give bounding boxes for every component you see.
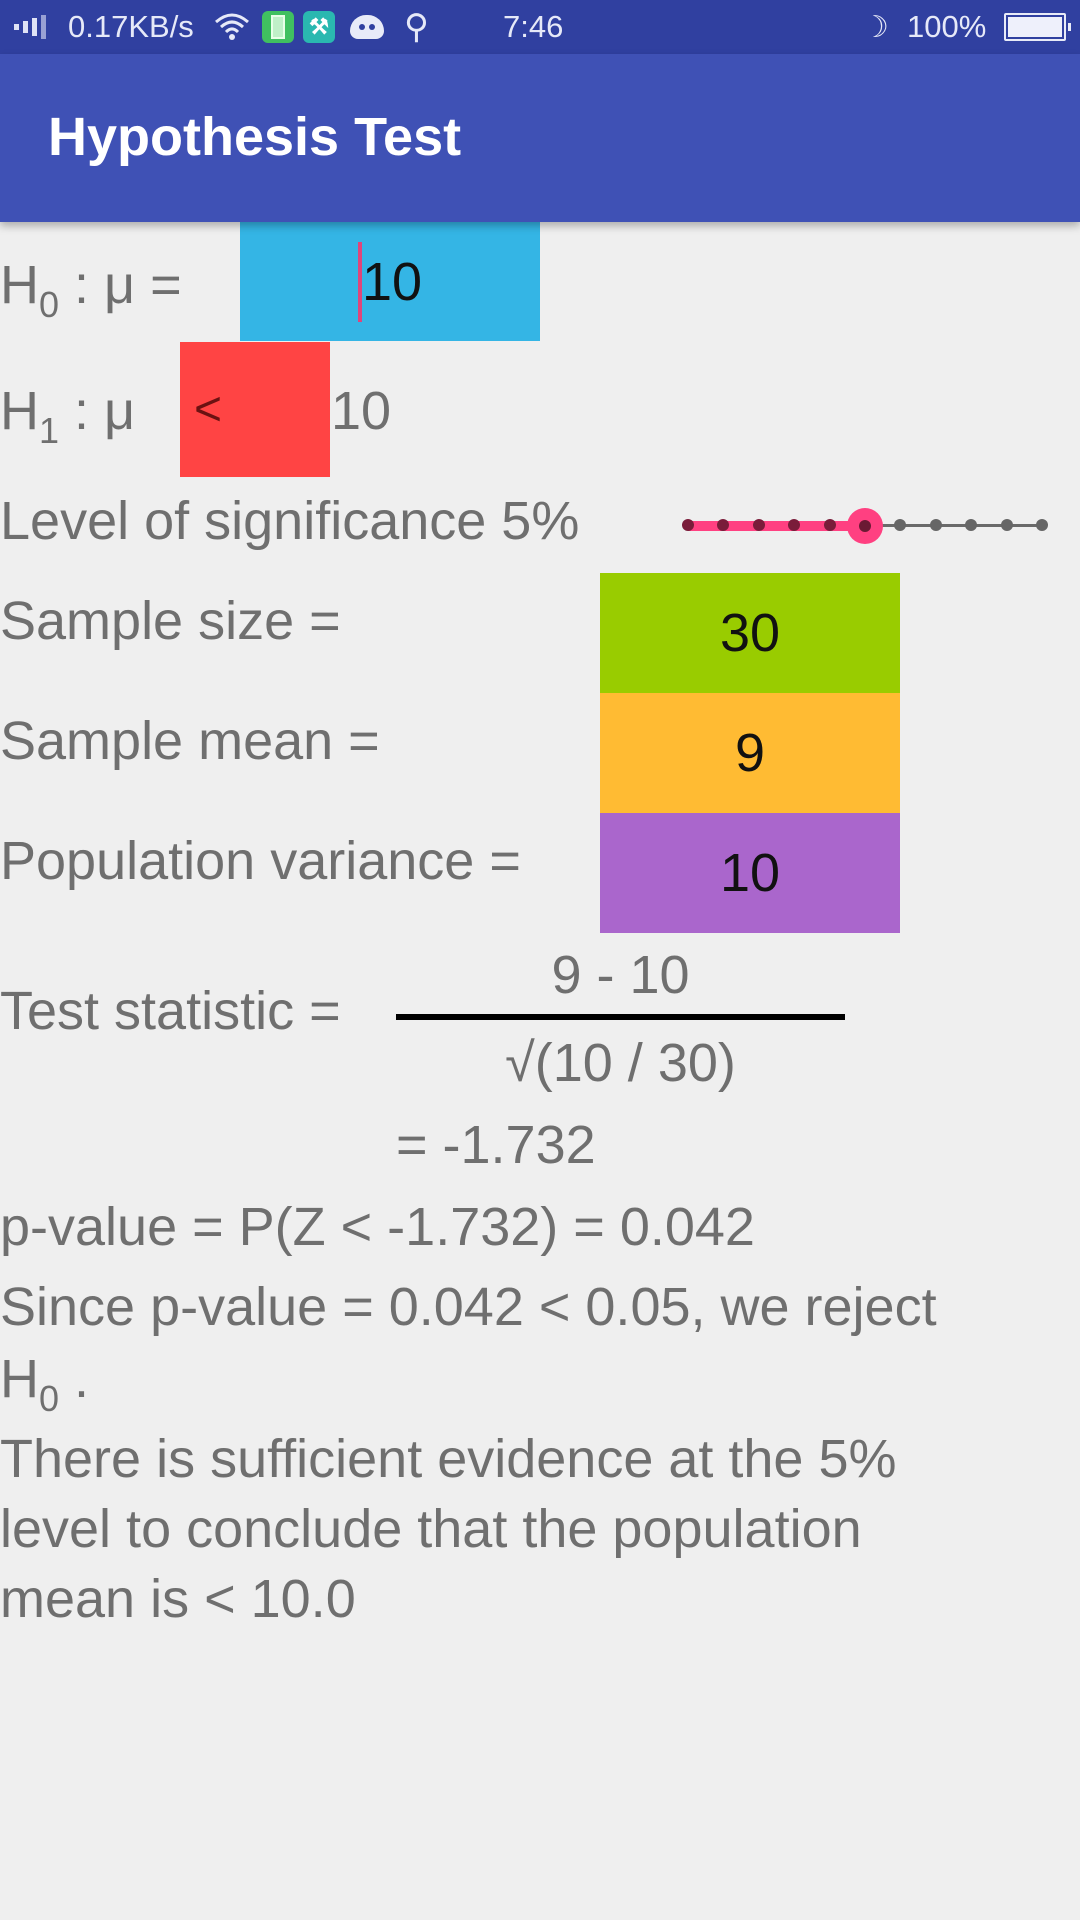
slider-tick bbox=[752, 519, 765, 531]
slider-tick bbox=[1000, 519, 1013, 531]
decision-h0: H0 . bbox=[0, 1349, 90, 1417]
moon-icon: ☽ bbox=[862, 10, 889, 44]
battery-icon bbox=[1004, 0, 1071, 54]
conclusion-line-3: mean is < 10.0 bbox=[0, 1569, 356, 1629]
h1-subscript: 1 bbox=[39, 410, 60, 451]
conclusion-line-1: There is sufficient evidence at the 5% bbox=[0, 1429, 897, 1489]
h1-mu: : μ bbox=[59, 381, 136, 441]
conclusion-line-2: level to conclude that the population bbox=[0, 1499, 862, 1559]
test-statistic-label: Test statistic = bbox=[0, 981, 341, 1041]
fraction-numerator: 9 - 10 bbox=[551, 945, 690, 1005]
decision-subscript: 0 bbox=[39, 1378, 60, 1419]
h1-h: H bbox=[0, 381, 39, 441]
h1-operator-value: < bbox=[194, 383, 223, 436]
slider-tick bbox=[1036, 519, 1048, 531]
significance-slider[interactable] bbox=[680, 500, 1050, 550]
h0-label: H0 : μ = bbox=[0, 255, 182, 323]
slider-thumb[interactable] bbox=[847, 508, 883, 544]
status-bar: 0.17KB/s ⚒ ⚲ 7:46 ☽ 100% bbox=[0, 0, 1080, 54]
slider-tick bbox=[894, 519, 907, 531]
clock: 7:46 bbox=[503, 9, 564, 44]
app-bar: Hypothesis Test bbox=[0, 54, 1080, 222]
significance-label: Level of significance 5% bbox=[0, 491, 580, 551]
battery-percent: 100% bbox=[907, 9, 987, 44]
slider-tick bbox=[682, 519, 694, 531]
decision-period: . bbox=[59, 1349, 90, 1409]
variance-input[interactable]: 10 bbox=[600, 813, 900, 933]
net-speed: 0.17KB/s bbox=[68, 9, 194, 44]
decision-h: H bbox=[0, 1349, 39, 1409]
sample-size-input[interactable]: 30 bbox=[600, 573, 900, 693]
slider-tick bbox=[929, 519, 942, 531]
test-statistic-value: = -1.732 bbox=[396, 1115, 596, 1175]
slider-track-fill bbox=[688, 521, 865, 531]
sample-mean-label: Sample mean = bbox=[0, 711, 380, 771]
wifi-icon bbox=[214, 0, 250, 54]
variance-value: 10 bbox=[719, 843, 781, 903]
h1-value: 10 bbox=[331, 381, 392, 441]
fraction-bar bbox=[396, 1014, 845, 1020]
p-value-line: p-value = P(Z < -1.732) = 0.042 bbox=[0, 1197, 755, 1257]
h0-h: H bbox=[0, 255, 39, 315]
signal-icon bbox=[14, 0, 50, 54]
h1-operator-spinner[interactable]: < bbox=[180, 342, 330, 477]
slider-tick bbox=[965, 519, 978, 531]
usb-icon: ⚲ bbox=[404, 8, 429, 46]
variance-label: Population variance = bbox=[0, 831, 521, 891]
decision-line: Since p-value = 0.042 < 0.05, we reject bbox=[0, 1277, 937, 1337]
fraction-denominator: √(10 / 30) bbox=[505, 1033, 736, 1093]
h0-subscript: 0 bbox=[39, 284, 60, 325]
sample-mean-value: 9 bbox=[734, 723, 766, 783]
h1-label: H1 : μ bbox=[0, 381, 136, 449]
page-title: Hypothesis Test bbox=[48, 107, 462, 167]
sample-mean-input[interactable]: 9 bbox=[600, 693, 900, 813]
sample-size-value: 30 bbox=[719, 603, 781, 663]
android-icon bbox=[350, 0, 384, 54]
battery-app-icon bbox=[262, 0, 294, 54]
slider-thumb-dot bbox=[859, 520, 871, 532]
h0-mean-value: 10 bbox=[361, 251, 423, 312]
tools-icon: ⚒ bbox=[303, 0, 335, 54]
h0-mu-equals: : μ = bbox=[59, 255, 182, 315]
slider-tick bbox=[823, 519, 836, 531]
sample-size-label: Sample size = bbox=[0, 591, 341, 651]
h0-mean-input[interactable]: 10 bbox=[240, 222, 540, 341]
